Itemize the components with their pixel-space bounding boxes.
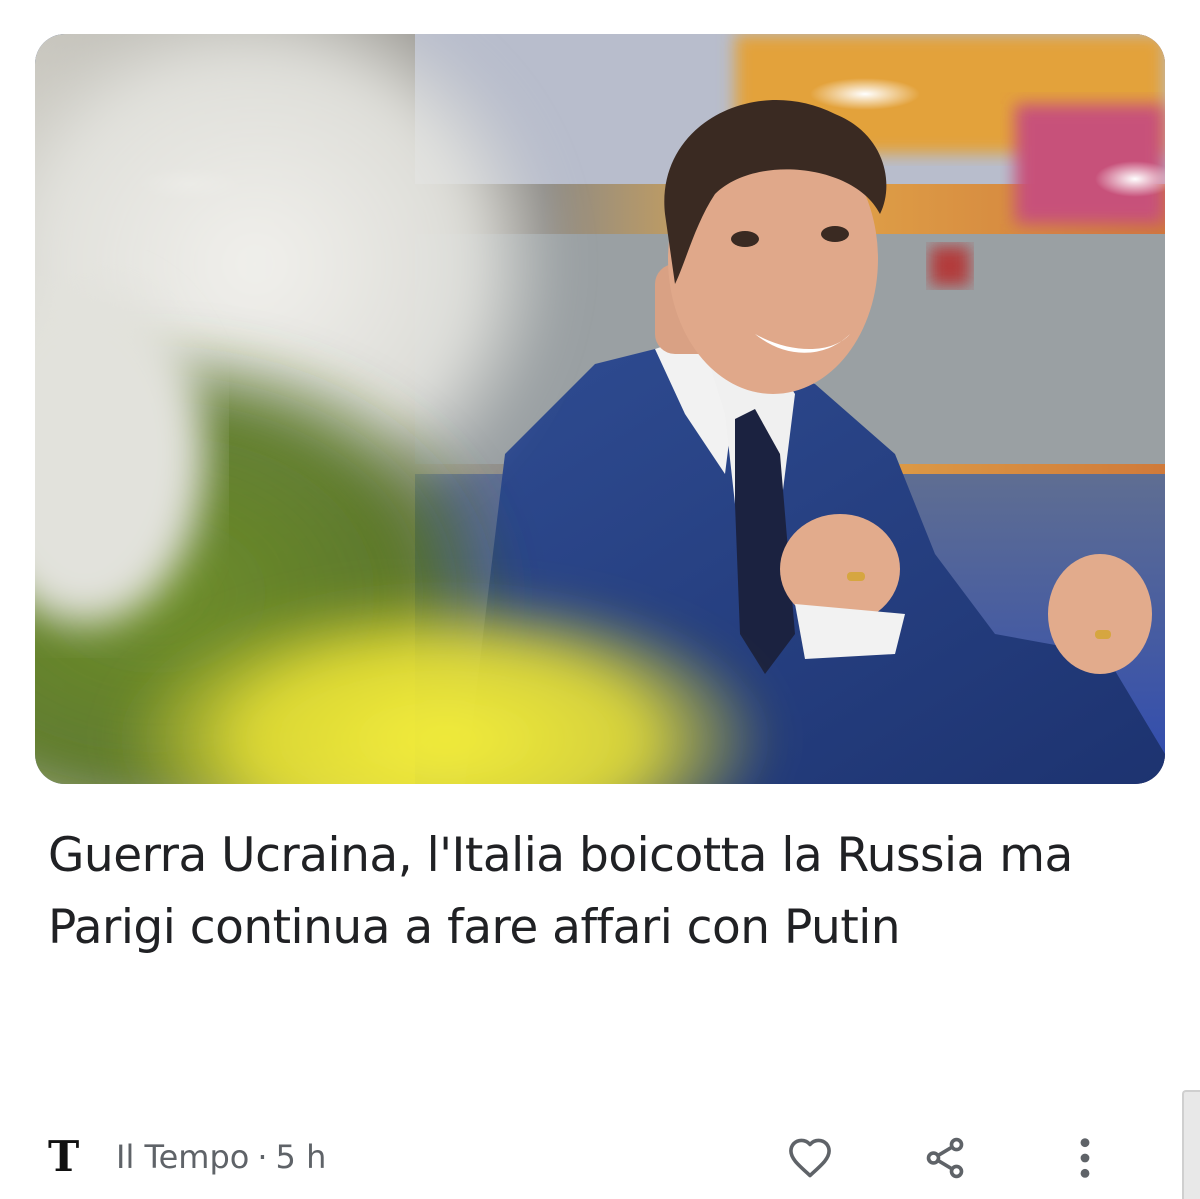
news-card[interactable]: Guerra Ucraina, l'Italia boicotta la Rus…: [0, 0, 1200, 1199]
article-age: 5 h: [275, 1138, 327, 1176]
article-photo-illustration: [35, 34, 1165, 784]
scrollbar[interactable]: [1182, 1090, 1200, 1199]
share-button[interactable]: [915, 1128, 975, 1188]
more-options-button[interactable]: [1055, 1128, 1115, 1188]
article-image[interactable]: [35, 34, 1165, 784]
article-actions: [780, 1128, 1200, 1188]
like-button[interactable]: [780, 1128, 840, 1188]
more-vertical-icon: [1080, 1138, 1090, 1178]
source-name[interactable]: Il Tempo: [116, 1138, 249, 1176]
heart-outline-icon: [789, 1138, 831, 1178]
article-meta: T Il Tempo · 5 h: [48, 1132, 326, 1182]
article-headline[interactable]: Guerra Ucraina, l'Italia boicotta la Rus…: [48, 820, 1148, 964]
meta-separator: ·: [257, 1138, 268, 1176]
source-logo: T: [48, 1132, 80, 1181]
share-icon: [926, 1137, 964, 1179]
